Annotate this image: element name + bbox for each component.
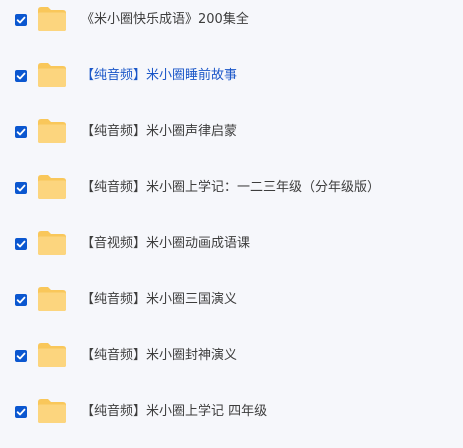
file-row[interactable]: 【纯音频】米小圈三国演义	[0, 280, 463, 336]
checkbox-checked-icon[interactable]	[15, 294, 27, 306]
file-row[interactable]: 【纯音频】米小圈声律启蒙	[0, 112, 463, 168]
checkbox-checked-icon[interactable]	[15, 14, 27, 26]
file-name[interactable]: 【纯音频】米小圈上学记 四年级	[81, 404, 267, 420]
file-name[interactable]: 【纯音频】米小圈睡前故事	[81, 68, 237, 84]
file-row[interactable]: 【纯音频】米小圈封神演义	[0, 336, 463, 392]
file-name[interactable]: 【纯音频】米小圈声律启蒙	[81, 124, 237, 140]
checkbox-checked-icon[interactable]	[15, 126, 27, 138]
folder-icon	[37, 174, 67, 200]
folder-icon	[37, 342, 67, 368]
file-row[interactable]: 【纯音频】米小圈上学记：一二三年级（分年级版）	[0, 168, 463, 224]
checkbox-checked-icon[interactable]	[15, 238, 27, 250]
folder-icon	[37, 118, 67, 144]
file-name[interactable]: 《米小圈快乐成语》200集全	[81, 12, 249, 28]
file-row[interactable]: 【音视频】米小圈动画成语课	[0, 224, 463, 280]
checkbox-checked-icon[interactable]	[15, 182, 27, 194]
folder-icon	[37, 6, 67, 32]
file-row[interactable]: 【纯音频】米小圈睡前故事	[0, 56, 463, 112]
file-row[interactable]: 《米小圈快乐成语》200集全	[0, 0, 463, 56]
file-row[interactable]: 【纯音频】米小圈上学记 四年级	[0, 392, 463, 448]
file-name[interactable]: 【纯音频】米小圈上学记：一二三年级（分年级版）	[81, 180, 380, 196]
folder-icon	[37, 398, 67, 424]
folder-icon	[37, 286, 67, 312]
folder-icon	[37, 62, 67, 88]
checkbox-checked-icon[interactable]	[15, 350, 27, 362]
checkbox-checked-icon[interactable]	[15, 406, 27, 418]
file-list: 《米小圈快乐成语》200集全 【纯音频】米小圈睡前故事 【纯音频】米小圈声律启蒙…	[0, 0, 463, 426]
folder-icon	[37, 230, 67, 256]
checkbox-checked-icon[interactable]	[15, 70, 27, 82]
file-name[interactable]: 【纯音频】米小圈三国演义	[81, 292, 237, 308]
file-name[interactable]: 【音视频】米小圈动画成语课	[81, 236, 250, 252]
file-name[interactable]: 【纯音频】米小圈封神演义	[81, 348, 237, 364]
